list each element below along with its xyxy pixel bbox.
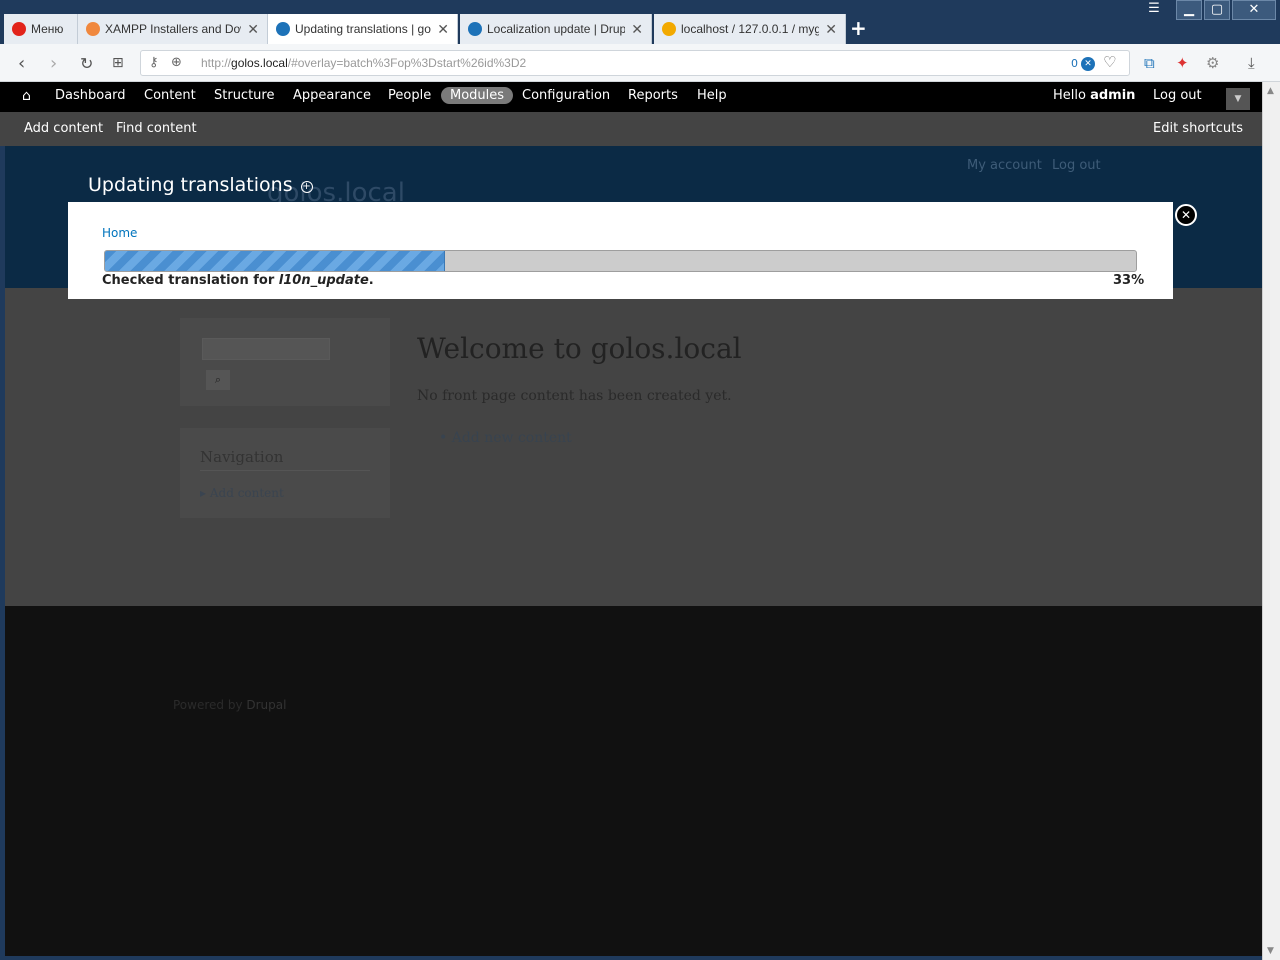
reload-icon[interactable]: ↻ <box>80 54 93 73</box>
drupal-admin-toolbar: ⌂ Dashboard Content Structure Appearance… <box>0 82 1262 112</box>
divider <box>200 470 370 471</box>
tab-label: Localization update | Drupal <box>487 22 626 36</box>
overlay-title-text: Updating translations <box>88 174 293 196</box>
progress-bar-fill <box>105 251 446 271</box>
breadcrumb-home[interactable]: Home <box>102 226 137 240</box>
new-tab-button[interactable]: + <box>850 16 867 40</box>
overlay-dialog: Home Checked translation for l10n_update… <box>68 202 1173 299</box>
tab-label: Updating translations | golos <box>295 22 432 36</box>
close-window-icon[interactable]: ✕ <box>1232 0 1276 20</box>
browser-tab-bar: Меню XAMPP Installers and Downl ✕ Updati… <box>0 0 1280 44</box>
opera-logo-icon <box>12 22 26 36</box>
tab-label: localhost / 127.0.0.1 / mygo <box>681 22 820 36</box>
adblock-count: 0 <box>1071 57 1078 70</box>
snapshot-icon[interactable]: ⧉ <box>1144 54 1155 72</box>
address-bar-row: ‹ › ↻ ⊞ ⚷ ⊕ http://golos.local/#overlay=… <box>0 44 1280 82</box>
settings-gear-icon[interactable]: ⚙ <box>1206 54 1219 72</box>
user-greeting: Hello admin <box>1053 88 1136 103</box>
url-text: http://golos.local/#overlay=batch%3Fop%3… <box>201 56 527 70</box>
maximize-icon[interactable]: ▢ <box>1204 0 1230 20</box>
xampp-favicon-icon <box>86 22 100 36</box>
toolbar-dashboard[interactable]: Dashboard <box>55 88 126 103</box>
edit-shortcuts-link[interactable]: Edit shortcuts <box>1153 121 1243 136</box>
heart-icon[interactable]: ♡ <box>1103 53 1116 71</box>
progress-percentage: 33% <box>1113 273 1145 288</box>
shortcut-find-content[interactable]: Find content <box>116 121 197 136</box>
close-tab-icon[interactable]: ✕ <box>825 21 837 38</box>
drupal-favicon-icon <box>276 22 290 36</box>
scroll-down-icon[interactable]: ▼ <box>1267 946 1274 956</box>
tab-xampp[interactable]: XAMPP Installers and Downl ✕ <box>78 14 268 44</box>
search-icon[interactable]: ⌕ <box>206 370 230 390</box>
close-tab-icon[interactable]: ✕ <box>247 21 259 38</box>
toolbar-structure[interactable]: Structure <box>214 88 274 103</box>
add-shortcut-icon[interactable]: + <box>300 181 313 193</box>
adblock-icon[interactable]: ✕ <box>1081 57 1095 71</box>
toolbar-people[interactable]: People <box>388 88 431 103</box>
tab-menu-icon[interactable]: ☰ <box>1142 0 1166 20</box>
welcome-heading: Welcome to golos.local <box>417 332 742 365</box>
shortcut-add-content[interactable]: Add content <box>24 121 103 136</box>
progress-message: Checked translation for l10n_update. <box>102 273 374 288</box>
powered-by: Powered by Drupal <box>173 698 287 712</box>
scroll-up-icon[interactable]: ▲ <box>1267 86 1274 96</box>
menu-label: Меню <box>31 22 64 36</box>
tab-label: XAMPP Installers and Downl <box>105 22 241 36</box>
toolbar-reports[interactable]: Reports <box>628 88 678 103</box>
add-new-content-link[interactable]: • Add new content <box>439 430 572 446</box>
overlay-title: Updating translations + <box>88 174 313 196</box>
back-icon[interactable]: ‹ <box>18 53 25 74</box>
speed-dial-icon[interactable]: ⊞ <box>112 55 124 71</box>
close-tab-icon[interactable]: ✕ <box>437 21 449 38</box>
drupal-favicon-icon <box>468 22 482 36</box>
overlay-close-icon[interactable]: ✕ <box>1175 204 1197 226</box>
opera-menu-button[interactable]: Меню <box>4 14 78 44</box>
download-icon[interactable]: ⤓ <box>1248 54 1255 72</box>
navigation-block: Navigation ▸ Add content <box>180 428 390 518</box>
forward-icon[interactable]: › <box>50 53 57 74</box>
toolbar-drawer-toggle-icon[interactable]: ▼ <box>1226 88 1250 110</box>
search-input[interactable] <box>202 338 330 360</box>
home-icon[interactable]: ⌂ <box>22 88 31 104</box>
toolbar-appearance[interactable]: Appearance <box>293 88 371 103</box>
tab-localization-update[interactable]: Localization update | Drupal ✕ <box>460 14 652 44</box>
close-tab-icon[interactable]: ✕ <box>631 21 643 38</box>
progress-bar <box>104 250 1137 272</box>
toolbar-help[interactable]: Help <box>697 88 727 103</box>
drupal-link[interactable]: Drupal <box>246 698 286 712</box>
search-block: ⌕ <box>180 318 390 406</box>
phpmyadmin-favicon-icon <box>662 22 676 36</box>
my-account-link[interactable]: My account <box>967 158 1042 173</box>
shortcuts-bar: Add content Find content Edit shortcuts <box>0 112 1262 146</box>
toolbar-configuration[interactable]: Configuration <box>522 88 610 103</box>
no-content-text: No front page content has been created y… <box>417 388 732 404</box>
tab-updating-translations[interactable]: Updating translations | golos ✕ <box>268 14 458 44</box>
tab-phpmyadmin[interactable]: localhost / 127.0.0.1 / mygo ✕ <box>654 14 846 44</box>
site-footer: Powered by Drupal <box>5 606 1262 956</box>
navigation-add-content[interactable]: ▸ Add content <box>200 486 284 500</box>
navigation-title: Navigation <box>200 448 284 466</box>
toolbar-logout[interactable]: Log out <box>1153 88 1202 103</box>
extension-icon[interactable]: ✦ <box>1176 54 1189 72</box>
key-icon: ⚷ <box>149 55 159 70</box>
minimize-icon[interactable]: ▁ <box>1176 0 1202 20</box>
toolbar-content[interactable]: Content <box>144 88 196 103</box>
site-logout-link[interactable]: Log out <box>1052 158 1101 173</box>
page-scrollbar[interactable]: ▲ ▼ <box>1262 82 1280 960</box>
site-main: ⌕ Navigation ▸ Add content Welcome to go… <box>5 288 1262 606</box>
url-field[interactable]: ⚷ ⊕ http://golos.local/#overlay=batch%3F… <box>140 50 1130 76</box>
toolbar-modules[interactable]: Modules <box>441 87 514 104</box>
globe-icon: ⊕ <box>171 55 182 70</box>
